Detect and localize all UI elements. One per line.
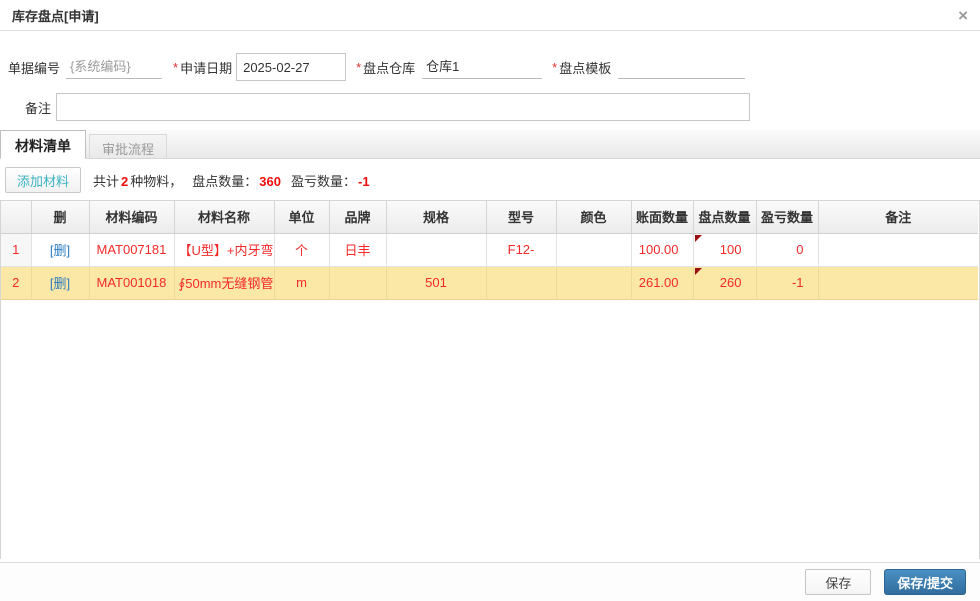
tab-approval-flow[interactable]: 审批流程 bbox=[89, 134, 168, 158]
cell-unit: m bbox=[274, 266, 330, 300]
col-header-diff-qty: 盈亏数量 bbox=[756, 201, 819, 234]
required-asterisk: * bbox=[173, 59, 179, 75]
cell-spec: 501 bbox=[386, 266, 487, 300]
cell-delete: [删] bbox=[31, 266, 90, 300]
cell-name: 【U型】+内牙弯 bbox=[174, 233, 275, 267]
summary-count: 2 bbox=[121, 173, 129, 189]
form-row: 单据编号 {系统编码} * 申请日期 * 盘点仓库 仓库1 * 盘点模板 bbox=[8, 52, 980, 82]
cell-model bbox=[486, 266, 557, 300]
summary-prefix: 共计 bbox=[93, 173, 120, 189]
tab-material-list[interactable]: 材料清单 bbox=[0, 130, 86, 159]
doc-no-field: {系统编码} bbox=[66, 55, 163, 79]
col-header-remark: 备注 bbox=[818, 201, 978, 234]
doc-no-label: 单据编号 bbox=[8, 60, 61, 76]
cell-model: F12- bbox=[486, 233, 557, 267]
cell-unit: 个 bbox=[274, 233, 330, 267]
col-header-book-qty: 账面数量 bbox=[631, 201, 694, 234]
summary-mid: 种物料， bbox=[130, 173, 183, 189]
remark-label: 备注 bbox=[24, 100, 51, 116]
col-header-unit: 单位 bbox=[274, 201, 330, 234]
modified-flag-icon bbox=[694, 267, 702, 275]
summary-diff: -1 bbox=[358, 173, 370, 189]
tab-bar: 材料清单 审批流程 bbox=[0, 130, 980, 159]
cell-name: ∮50mm无缝钢管 bbox=[174, 266, 275, 300]
materials-table-container: 删 材料编码 材料名称 单位 品牌 规格 型号 颜色 账面数量 盘点数量 盈亏数… bbox=[0, 200, 980, 559]
cell-spec bbox=[386, 233, 487, 267]
col-header-code: 材料编码 bbox=[89, 201, 175, 234]
close-icon[interactable]: × bbox=[958, 7, 968, 24]
cell-remark bbox=[818, 233, 978, 267]
cell-diff-qty: 0 bbox=[756, 233, 819, 267]
delete-link[interactable]: [删] bbox=[50, 276, 70, 291]
remark-input[interactable] bbox=[56, 93, 750, 121]
cell-delete: [删] bbox=[31, 233, 90, 267]
cell-color bbox=[556, 233, 632, 267]
add-material-button[interactable]: 添加材料 bbox=[5, 167, 82, 193]
col-header-index bbox=[1, 201, 32, 234]
required-asterisk: * bbox=[356, 59, 362, 75]
col-header-model: 型号 bbox=[486, 201, 557, 234]
dialog-titlebar: 库存盘点[申请] × bbox=[0, 0, 980, 31]
cell-diff-qty: -1 bbox=[756, 266, 819, 300]
cell-code: MAT007181 bbox=[89, 233, 175, 267]
summary-total-label: 盘点数量： bbox=[192, 173, 258, 189]
save-submit-button[interactable]: 保存/提交 bbox=[884, 569, 966, 595]
table-row[interactable]: 1 [删] MAT007181 【U型】+内牙弯 个 日丰 F12- 100.0… bbox=[1, 233, 978, 267]
cell-count-qty[interactable]: 100 bbox=[693, 233, 757, 267]
table-header-row: 删 材料编码 材料名称 单位 品牌 规格 型号 颜色 账面数量 盘点数量 盈亏数… bbox=[1, 201, 978, 234]
col-header-delete: 删 bbox=[31, 201, 90, 234]
col-header-color: 颜色 bbox=[556, 201, 632, 234]
summary-total: 360 bbox=[259, 173, 281, 189]
template-field[interactable] bbox=[618, 55, 746, 79]
required-asterisk: * bbox=[552, 59, 558, 75]
cell-code: MAT001018 bbox=[89, 266, 175, 300]
dialog-title: 库存盘点[申请] bbox=[12, 8, 99, 24]
summary-text: 共计 2 种物料， 盘点数量： 360 盈亏数量： -1 bbox=[93, 171, 372, 190]
col-header-count-qty: 盘点数量 bbox=[693, 201, 757, 234]
dialog-footer: 保存 保存/提交 bbox=[0, 562, 980, 601]
delete-link[interactable]: [删] bbox=[50, 243, 70, 258]
cell-brand bbox=[329, 266, 387, 300]
cell-color bbox=[556, 266, 632, 300]
col-header-brand: 品牌 bbox=[329, 201, 387, 234]
remark-row: 备注 bbox=[0, 92, 980, 122]
date-input[interactable] bbox=[236, 53, 347, 81]
date-label: 申请日期 bbox=[180, 60, 233, 76]
warehouse-label: 盘点仓库 bbox=[363, 60, 416, 76]
table-row[interactable]: 2 [删] MAT001018 ∮50mm无缝钢管 m 501 261.00 2… bbox=[1, 266, 978, 300]
materials-table: 删 材料编码 材料名称 单位 品牌 规格 型号 颜色 账面数量 盘点数量 盈亏数… bbox=[1, 201, 978, 300]
cell-brand: 日丰 bbox=[329, 233, 387, 267]
cell-index: 2 bbox=[1, 266, 32, 300]
inventory-count-dialog: 库存盘点[申请] × 单据编号 {系统编码} * 申请日期 * 盘点仓库 仓库1… bbox=[0, 0, 980, 601]
save-button[interactable]: 保存 bbox=[805, 569, 872, 595]
table-toolbar: 添加材料 共计 2 种物料， 盘点数量： 360 盈亏数量： -1 bbox=[0, 159, 980, 200]
cell-index: 1 bbox=[1, 233, 32, 267]
modified-flag-icon bbox=[694, 234, 702, 242]
cell-remark bbox=[818, 266, 978, 300]
col-header-spec: 规格 bbox=[386, 201, 487, 234]
cell-book-qty: 100.00 bbox=[631, 233, 694, 267]
cell-book-qty: 261.00 bbox=[631, 266, 694, 300]
summary-diff-label: 盈亏数量： bbox=[291, 173, 357, 189]
col-header-name: 材料名称 bbox=[174, 201, 275, 234]
cell-count-qty[interactable]: 260 bbox=[693, 266, 757, 300]
template-label: 盘点模板 bbox=[559, 60, 612, 76]
warehouse-field[interactable]: 仓库1 bbox=[422, 55, 543, 79]
